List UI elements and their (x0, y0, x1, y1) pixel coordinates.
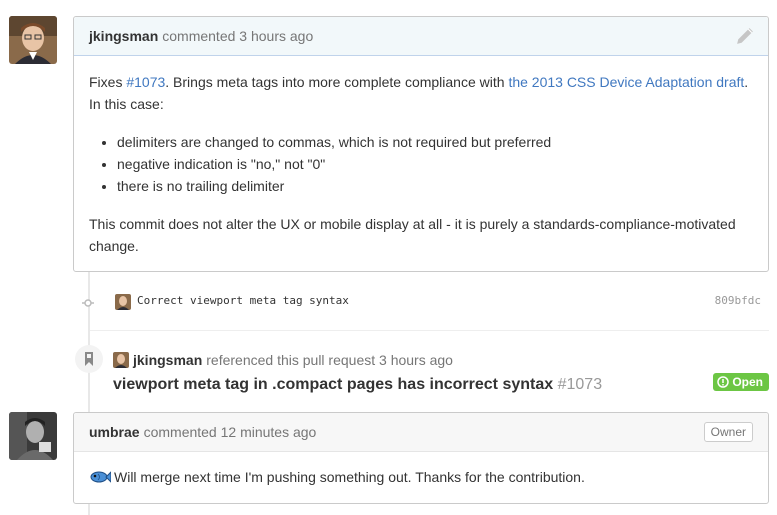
comment-text: Will merge next time I'm pushing somethi… (114, 469, 585, 485)
comment-author[interactable]: umbrae (89, 424, 140, 440)
reference-author[interactable]: jkingsman (133, 352, 202, 368)
avatar-umbrae[interactable] (9, 412, 57, 460)
avatar-jkingsman[interactable] (9, 16, 57, 64)
comment-body: Will merge next time I'm pushing somethi… (74, 452, 768, 488)
list-item: delimiters are changed to commas, which … (117, 131, 753, 153)
state-label: Open (732, 375, 763, 389)
reference-text: referenced this pull request 3 hours ago (206, 352, 453, 368)
list-item: negative indication is "no," not "0" (117, 153, 753, 175)
issue-link[interactable]: #1073 (126, 74, 165, 90)
issue-title[interactable]: viewport meta tag in .compact pages has … (113, 376, 553, 393)
owner-badge: Owner (703, 422, 753, 442)
issue-opened-icon (717, 376, 730, 388)
pencil-icon[interactable] (736, 27, 754, 45)
open-state-badge: Open (713, 373, 769, 391)
divider (90, 330, 769, 331)
comment-jkingsman: jkingsman commented 3 hours ago Fixes #1… (73, 16, 769, 272)
commit-message-link[interactable]: Correct viewport meta tag syntax (137, 294, 349, 307)
comment-body: Fixes #1073. Brings meta tags into more … (74, 56, 768, 257)
comment-timestamp[interactable]: commented 12 minutes ago (144, 424, 317, 440)
draft-link[interactable]: the 2013 CSS Device Adaptation draft (508, 74, 744, 90)
avatar-jkingsman-small[interactable] (115, 294, 131, 310)
referenced-issue-title[interactable]: viewport meta tag in .compact pages has … (113, 376, 602, 394)
bookmark-icon (75, 345, 103, 373)
comment-author[interactable]: jkingsman (89, 28, 158, 44)
comment-umbrae: umbrae commented 12 minutes ago Owner Wi… (73, 412, 769, 504)
commit-sha-link[interactable]: 809bfdc (715, 294, 761, 307)
intro-prefix: Fixes (89, 74, 127, 90)
issue-number[interactable]: #1073 (558, 376, 603, 393)
comment-header: jkingsman commented 3 hours ago (74, 17, 768, 56)
intro-middle: . Brings meta tags into more complete co… (165, 74, 509, 90)
change-list: delimiters are changed to commas, which … (117, 131, 753, 197)
comment-timestamp[interactable]: commented 3 hours ago (162, 28, 313, 44)
comment-closing: This commit does not alter the UX or mob… (89, 216, 736, 254)
commit-icon (82, 296, 94, 308)
fish-emoji-icon (89, 469, 112, 485)
list-item: there is no trailing delimiter (117, 175, 753, 197)
commit-row: Correct viewport meta tag syntax 809bfdc (73, 288, 769, 316)
avatar-jkingsman-small[interactable] (113, 352, 129, 368)
reference-line: jkingsman referenced this pull request 3… (113, 352, 453, 368)
comment-intro: Fixes #1073. Brings meta tags into more … (89, 71, 753, 115)
comment-header: umbrae commented 12 minutes ago Owner (74, 413, 768, 452)
